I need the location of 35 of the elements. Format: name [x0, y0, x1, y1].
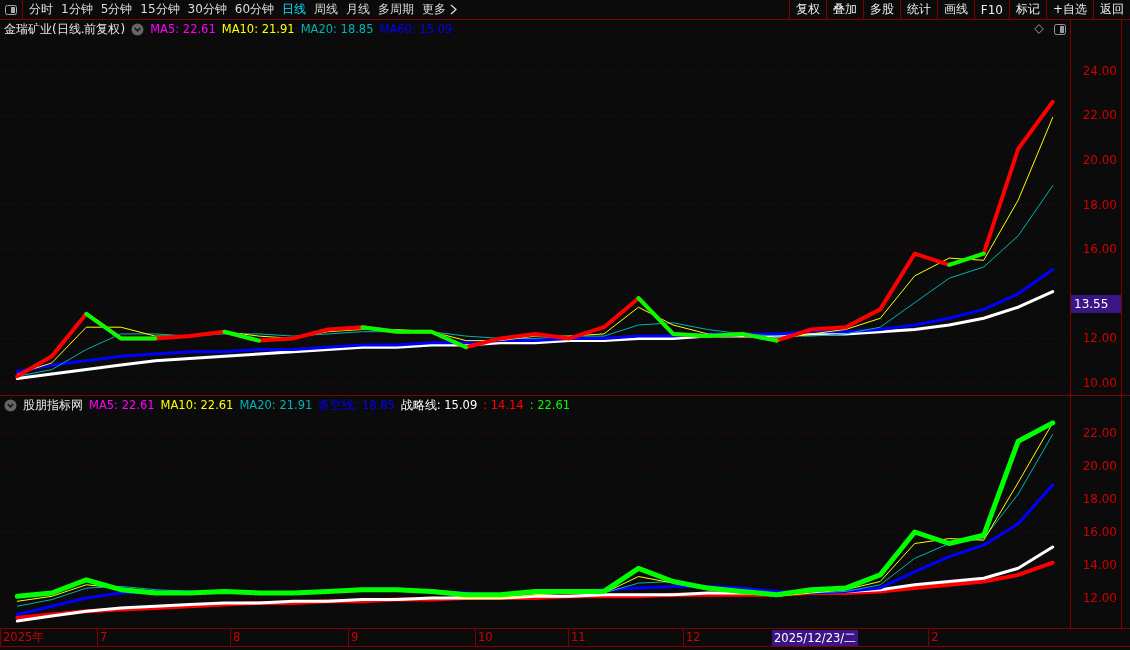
indicator-title: 股朋指标网 [23, 396, 83, 414]
legend-value: MA5: 22.61 [150, 22, 216, 36]
legend-value: MA5: 22.61 [89, 398, 155, 412]
legend-value: MA60: 15.09 [379, 22, 453, 36]
date-label: 7 [97, 629, 230, 646]
stock-title: 金瑞矿业(日线.前复权) [4, 20, 126, 38]
legend-value: MA10: 22.61 [160, 398, 234, 412]
axis-label: 12.00 [1082, 589, 1117, 606]
legend-value: 战略线: 15.09 [400, 397, 478, 413]
date-label: 9 [348, 629, 475, 646]
axis-label: 14.00 [1082, 556, 1117, 573]
axis-label: 18.00 [1082, 490, 1117, 507]
axis-label: 22.00 [1082, 107, 1117, 124]
legend-value: 多空线: 18.85 [318, 397, 395, 413]
legend-value: MA20: 18.85 [300, 22, 374, 36]
axis-label: 12.00 [1082, 330, 1117, 347]
axis-label: 20.00 [1082, 152, 1117, 168]
axis-label: 16.00 [1082, 241, 1117, 258]
date-label: 2 [928, 629, 989, 646]
axis-label: 22.00 [1082, 424, 1117, 441]
axis-label: 16.00 [1082, 523, 1117, 540]
axis-label: 24.00 [1082, 62, 1117, 79]
axis-label: 18.00 [1082, 196, 1117, 213]
price-tag: 13.55 [1071, 294, 1121, 313]
legend-value: MA10: 21.91 [221, 22, 295, 36]
legend-value: MA20: 21.91 [239, 398, 313, 412]
date-label: 10 [475, 629, 568, 646]
cursor-date-label: 2025/12/23/二 [772, 629, 859, 646]
axis-label: 10.00 [1082, 374, 1117, 391]
legend-value: : 14.14 [483, 398, 524, 412]
date-label: 2025年 [0, 629, 97, 646]
date-label: 11 [568, 629, 683, 646]
date-label: 8 [230, 629, 348, 646]
legend-value: : 22.61 [529, 398, 571, 412]
axis-label: 20.00 [1082, 457, 1117, 474]
